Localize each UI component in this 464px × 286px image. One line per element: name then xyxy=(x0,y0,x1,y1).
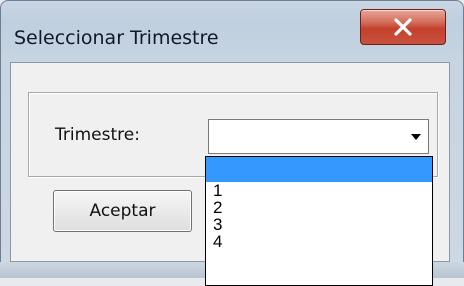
close-button[interactable] xyxy=(360,9,446,45)
dropdown-option-1[interactable]: 1 xyxy=(206,182,432,199)
trimestre-dropdown-list[interactable]: 1 2 3 4 xyxy=(205,156,433,286)
dropdown-option-empty[interactable] xyxy=(206,157,432,182)
trimestre-label: Trimestre: xyxy=(55,125,140,145)
trimestre-combobox[interactable] xyxy=(208,119,429,154)
title-bar[interactable]: Seleccionar Trimestre xyxy=(1,1,463,59)
window-title: Seleccionar Trimestre xyxy=(14,27,219,49)
dropdown-option-3[interactable]: 3 xyxy=(206,216,432,233)
close-icon xyxy=(394,18,412,36)
dropdown-option-2[interactable]: 2 xyxy=(206,199,432,216)
chevron-down-icon xyxy=(411,133,421,140)
dropdown-option-4[interactable]: 4 xyxy=(206,233,432,250)
combobox-dropdown-button[interactable] xyxy=(406,122,426,151)
accept-button[interactable]: Aceptar xyxy=(53,190,192,232)
